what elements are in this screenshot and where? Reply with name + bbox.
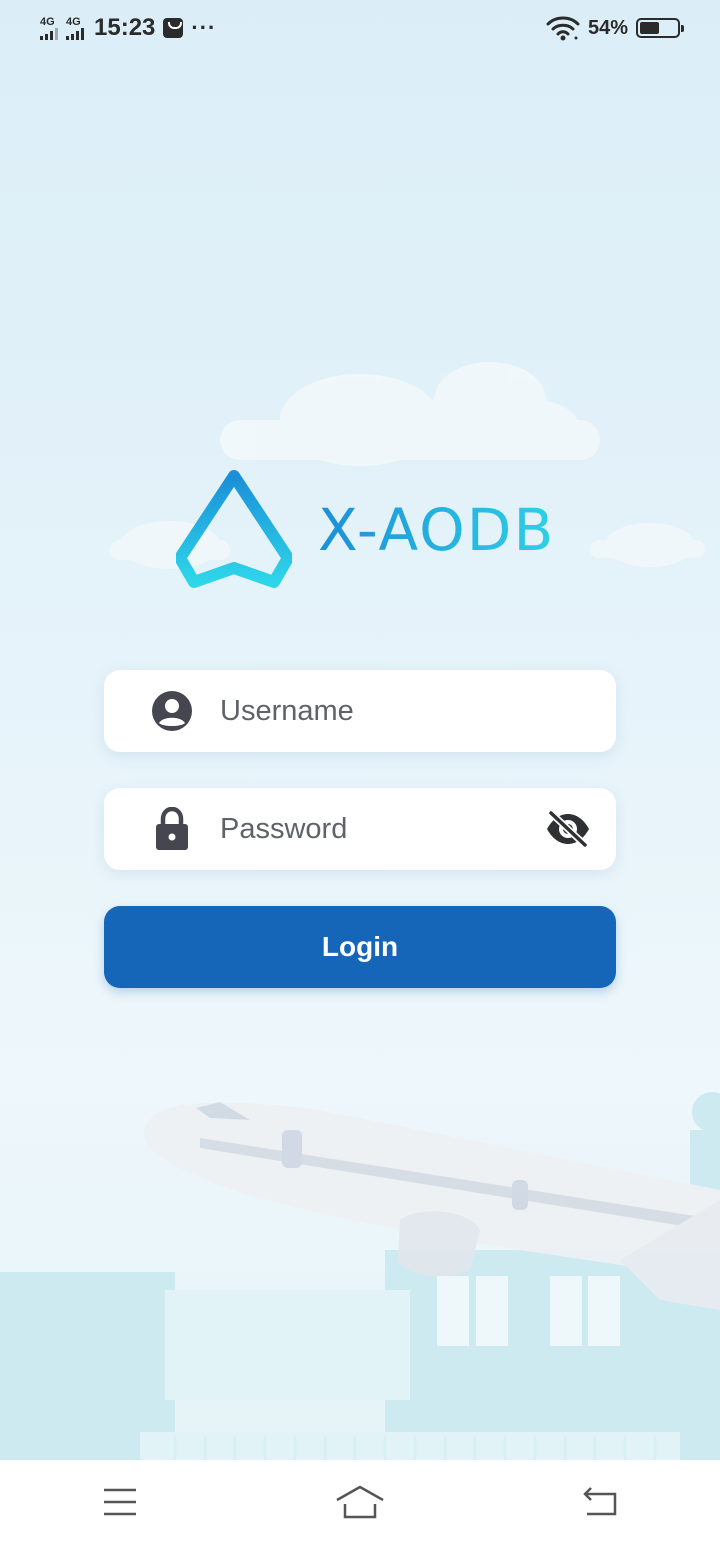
status-bar-left: 4G 4G 15:23 ··· bbox=[40, 14, 216, 42]
network-type-label: 4G bbox=[40, 15, 55, 28]
visibility-off-icon[interactable] bbox=[544, 809, 592, 849]
network-type-label: 4G bbox=[66, 15, 81, 28]
menu-icon bbox=[104, 1488, 136, 1516]
system-navigation-bar bbox=[0, 1460, 720, 1544]
lock-icon bbox=[152, 807, 192, 850]
username-input[interactable] bbox=[220, 670, 540, 752]
shopping-bag-icon bbox=[163, 18, 184, 38]
home-button[interactable] bbox=[315, 1460, 405, 1544]
username-field[interactable] bbox=[104, 670, 616, 752]
login-button[interactable]: Login bbox=[104, 906, 616, 988]
back-icon bbox=[583, 1487, 617, 1516]
password-field[interactable] bbox=[104, 788, 616, 870]
battery-icon bbox=[636, 18, 684, 38]
status-bar: 4G 4G 15:23 ··· 54% bbox=[0, 0, 720, 56]
password-input[interactable] bbox=[220, 788, 540, 870]
signal-icon: 4G bbox=[66, 15, 84, 40]
app-name: X-AODB bbox=[318, 496, 556, 564]
more-notifications-icon: ··· bbox=[191, 15, 217, 40]
background-illustration bbox=[0, 362, 720, 1462]
status-bar-right: 54% bbox=[546, 15, 684, 41]
menu-button[interactable] bbox=[75, 1460, 165, 1544]
back-button[interactable] bbox=[555, 1460, 645, 1544]
battery-level-fill bbox=[640, 22, 660, 34]
battery-percent: 54% bbox=[587, 16, 628, 39]
home-icon bbox=[336, 1485, 384, 1519]
clock: 15:23 bbox=[94, 14, 156, 41]
paper-plane-logo-icon bbox=[176, 470, 292, 588]
app-logo: X-AODB bbox=[176, 470, 555, 590]
account-circle-icon bbox=[152, 691, 192, 731]
wifi-icon bbox=[546, 16, 580, 41]
signal-icon: 4G bbox=[40, 15, 58, 40]
